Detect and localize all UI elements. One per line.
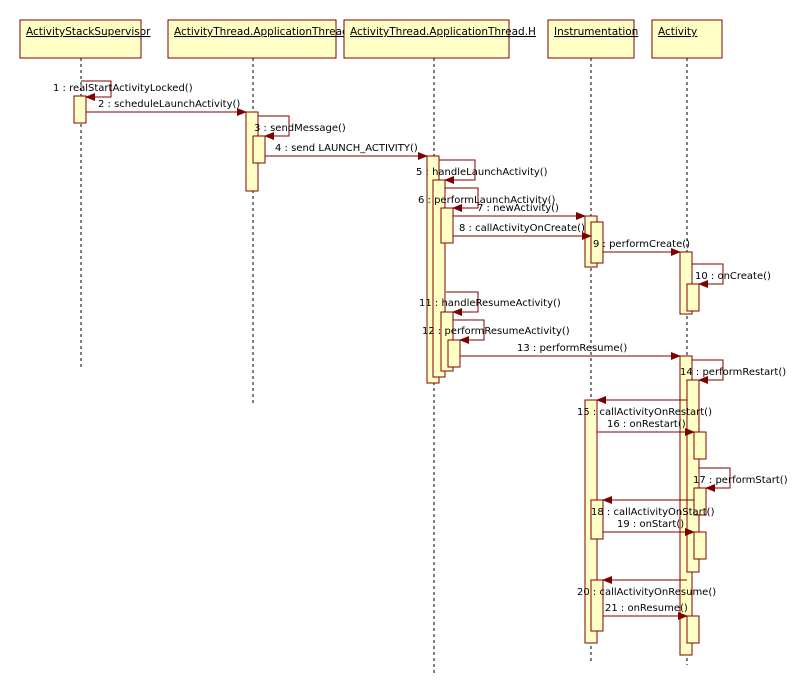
activation-bar [693, 531, 707, 560]
message-label: 1 : realStartActivityLocked() [53, 83, 193, 94]
participant-name: ActivityStackSupervisor [26, 26, 151, 38]
message-label: 15 : callActivityOnRestart() [577, 407, 712, 418]
message-label: 19 : onStart() [617, 519, 684, 530]
participant-name: ActivityThread.ApplicationThread [174, 26, 349, 38]
message-label: 8 : callActivityOnCreate() [459, 223, 585, 234]
activation-bar [440, 207, 454, 244]
activation-bar [693, 431, 707, 460]
activation-bar [447, 339, 461, 368]
message-label: 5 : handleLaunchActivity() [416, 167, 548, 178]
message-label: 10 : onCreate() [695, 271, 771, 282]
message-label: 9 : performCreate() [593, 239, 690, 250]
message-label: 16 : onRestart() [607, 419, 686, 430]
message-label: 11 : handleResumeActivity() [419, 298, 561, 309]
activation-bar [686, 283, 700, 312]
message-label: 18 : callActivityOnStart() [591, 507, 715, 518]
activation-bar [252, 135, 266, 164]
activation-bar [686, 615, 700, 644]
message-label: 20 : callActivityOnResume() [577, 587, 716, 598]
participant-name: Instrumentation [554, 26, 638, 38]
message-label: 3 : sendMessage() [254, 123, 346, 134]
message-label: 2 : scheduleLaunchActivity() [98, 99, 240, 110]
message-label: 21 : onResume() [605, 603, 688, 614]
activation-bar [73, 95, 87, 124]
message-label: 12 : performResumeActivity() [422, 326, 570, 337]
message-label: 13 : performResume() [517, 343, 627, 354]
participant-name: Activity [658, 26, 697, 38]
participant-name: ActivityThread.ApplicationThread.H [350, 26, 536, 38]
message-label: 7 : newActivity() [477, 203, 559, 214]
sequence-diagram: ActivityStackSupervisor ActivityThread.Ap… [19, 19, 788, 675]
message-label: 4 : send LAUNCH_ACTIVITY() [275, 143, 418, 154]
activation-bar [590, 499, 604, 540]
message-label: 14 : performRestart() [680, 367, 786, 378]
message-label: 17 : performStart() [693, 475, 788, 486]
